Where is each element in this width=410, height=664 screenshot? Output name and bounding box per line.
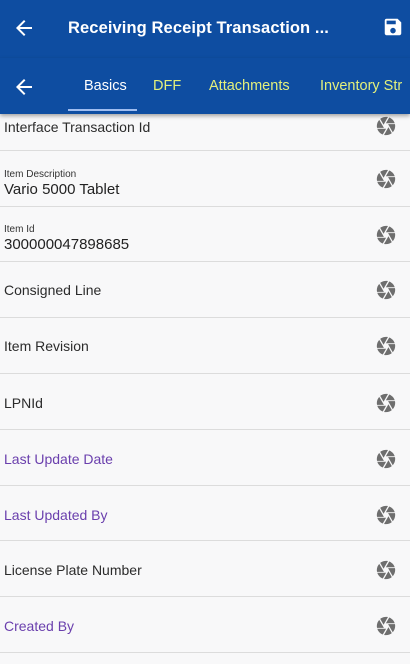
tab-inventory-str[interactable]: Inventory Str — [320, 78, 402, 94]
field-value: 300000047898685 — [4, 235, 130, 253]
save-icon[interactable] — [382, 16, 404, 38]
list-item-license-plate-number[interactable]: License Plate Number — [0, 541, 410, 598]
tab-back-arrow-icon[interactable] — [12, 75, 36, 99]
field-label: License Plate Number — [4, 562, 142, 579]
back-arrow-icon[interactable] — [12, 16, 36, 40]
aperture-icon[interactable] — [375, 448, 397, 470]
aperture-icon[interactable] — [375, 335, 397, 357]
list-item-item-revision[interactable]: Item Revision — [0, 318, 410, 374]
tab-dff[interactable]: DFF — [153, 78, 181, 94]
aperture-icon[interactable] — [375, 615, 397, 637]
list-item-item-id[interactable]: Item Id 300000047898685 — [0, 207, 410, 263]
field-label: Consigned Line — [4, 282, 102, 299]
field-label: Item Id — [4, 223, 35, 235]
list-item-lpnid[interactable]: LPNId — [0, 374, 410, 430]
list-item-last-update-date[interactable]: Last Update Date — [0, 430, 410, 486]
list-item-consigned-line[interactable]: Consigned Line — [0, 262, 410, 319]
field-label: Interface Transaction Id — [4, 119, 151, 135]
list-item-item-description[interactable]: Item Description Vario 5000 Tablet — [0, 151, 410, 207]
app-bar: Receiving Receipt Transaction ... — [0, 0, 410, 58]
field-label: Last Updated By — [4, 506, 108, 523]
tab-attachments[interactable]: Attachments — [209, 78, 290, 94]
field-label: Last Update Date — [4, 450, 113, 467]
field-list: Interface Transaction Id Item Descriptio… — [0, 95, 410, 653]
list-item-created-by[interactable]: Created By — [0, 597, 410, 653]
aperture-icon[interactable] — [375, 168, 397, 190]
field-label: Item Revision — [4, 338, 89, 355]
field-label: Created By — [4, 618, 75, 635]
aperture-icon[interactable] — [375, 115, 397, 137]
list-item-last-updated-by[interactable]: Last Updated By — [0, 486, 410, 542]
field-label: LPNId — [4, 394, 43, 411]
aperture-icon[interactable] — [375, 279, 397, 301]
field-label: Item Description — [4, 168, 77, 180]
aperture-icon[interactable] — [375, 392, 397, 414]
tab-bar: Basics DFF Attachments Inventory Str — [0, 58, 410, 114]
page-title: Receiving Receipt Transaction ... — [68, 19, 329, 37]
field-value: Vario 5000 Tablet — [4, 180, 120, 198]
active-tab-indicator — [68, 109, 137, 111]
aperture-icon[interactable] — [375, 504, 397, 526]
tab-basics[interactable]: Basics — [84, 78, 127, 94]
aperture-icon[interactable] — [375, 224, 397, 246]
aperture-icon[interactable] — [375, 559, 397, 581]
